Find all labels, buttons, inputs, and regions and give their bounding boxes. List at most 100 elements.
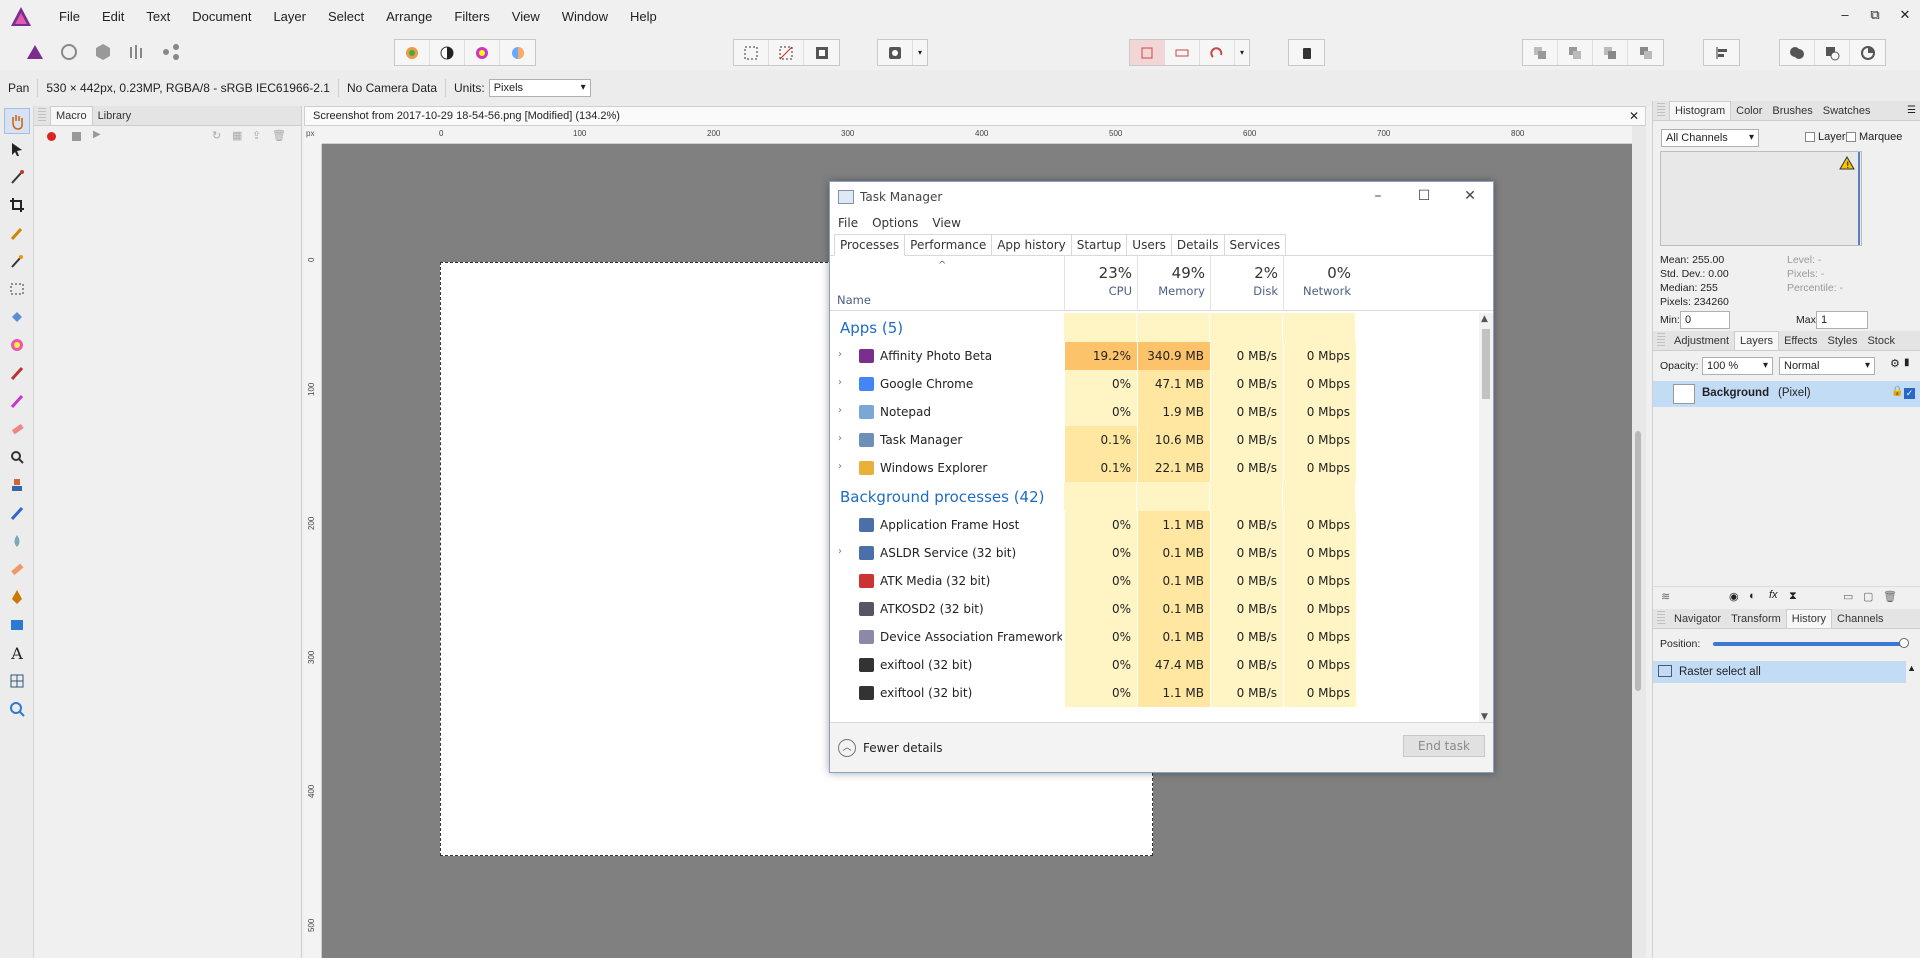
opacity-dropdown[interactable]: 100 %: [1702, 357, 1773, 375]
text-tool-icon[interactable]: A: [4, 640, 30, 666]
subtract-shape-icon[interactable]: [1815, 40, 1850, 65]
layer-lock-icon[interactable]: 🔒: [1891, 386, 1903, 397]
mask-layer-icon[interactable]: ◉: [1729, 590, 1739, 603]
min-input[interactable]: 0: [1680, 311, 1730, 329]
smudge-tool-icon[interactable]: [4, 528, 30, 554]
menu-file[interactable]: File: [48, 0, 91, 34]
column-network[interactable]: 0% Network: [1283, 256, 1356, 311]
tab-transform[interactable]: Transform: [1726, 610, 1786, 628]
save-macro-icon[interactable]: ▦: [232, 129, 242, 142]
flood-select-tool-icon[interactable]: [4, 248, 30, 274]
marquee-tool-icon[interactable]: [4, 276, 30, 302]
scrollbar-thumb[interactable]: [1635, 431, 1641, 691]
slider-thumb[interactable]: [1899, 638, 1909, 648]
tm-menu-file[interactable]: File: [838, 216, 858, 230]
blend-mode-dropdown[interactable]: Normal: [1779, 357, 1875, 375]
layer-row-background[interactable]: Background (Pixel) 🔒 ✓: [1653, 381, 1920, 407]
tab-macro[interactable]: Macro: [50, 106, 93, 125]
close-window-button[interactable]: ✕: [1890, 0, 1920, 34]
force-pixel-alignment-icon[interactable]: [1165, 40, 1200, 65]
marquee-checkbox[interactable]: Marquee: [1846, 131, 1902, 143]
levels-icon[interactable]: [430, 40, 465, 65]
white-balance-icon[interactable]: [500, 40, 535, 65]
gradient-tool-icon[interactable]: [4, 332, 30, 358]
hand-tool-icon[interactable]: [4, 108, 30, 134]
canvas-vertical-scrollbar[interactable]: [1632, 126, 1646, 958]
process-row[interactable]: exiftool (32 bit) 0% 47.4 MB 0 MB/s 0 Mbps: [830, 651, 1480, 679]
move-by-whole-pixels-icon[interactable]: [1200, 40, 1235, 65]
document-tab[interactable]: Screenshot from 2017-10-29 18-54-56.png …: [304, 106, 1646, 126]
tab-swatches[interactable]: Swatches: [1818, 102, 1876, 120]
erase-brush-tool-icon[interactable]: [4, 416, 30, 442]
layer-visibility-checkbox[interactable]: ✓: [1904, 388, 1915, 399]
menu-layer[interactable]: Layer: [262, 0, 317, 34]
expand-chevron-icon[interactable]: ›: [838, 405, 842, 416]
invert-selection-icon[interactable]: [804, 40, 839, 65]
move-tool-icon[interactable]: [4, 136, 30, 162]
select-all-icon[interactable]: [734, 40, 769, 65]
deselect-icon[interactable]: [769, 40, 804, 65]
expand-chevron-icon[interactable]: ›: [838, 349, 842, 360]
minimize-button[interactable]: –: [1830, 0, 1860, 34]
scroll-down-icon[interactable]: ▼: [1481, 712, 1488, 722]
tab-services[interactable]: Services: [1223, 234, 1287, 255]
group-layers-icon[interactable]: ▭: [1843, 590, 1853, 603]
tab-histogram[interactable]: Histogram: [1669, 101, 1732, 120]
adjustment-layer-icon[interactable]: ◐: [1749, 590, 1756, 602]
process-row[interactable]: › Notepad 0% 1.9 MB 0 MB/s 0 Mbps: [830, 398, 1480, 426]
process-row[interactable]: › Windows Explorer 0.1% 22.1 MB 0 MB/s 0 Mbps: [830, 454, 1480, 482]
play-icon[interactable]: ▶: [93, 129, 101, 140]
tab-processes[interactable]: Processes: [834, 234, 906, 256]
units-dropdown[interactable]: Pixels: [488, 79, 591, 97]
hsl-icon[interactable]: [465, 40, 500, 65]
close-document-icon[interactable]: ✕: [1629, 107, 1639, 125]
menu-window[interactable]: Window: [551, 0, 619, 34]
process-row[interactable]: Device Association Framework ... 0% 0.1 MB…: [830, 623, 1480, 651]
move-to-back-icon[interactable]: [1523, 40, 1558, 65]
mesh-warp-tool-icon[interactable]: [4, 668, 30, 694]
snapping-dropdown-icon[interactable]: ▾: [1235, 40, 1249, 65]
paint-brush-tool-icon[interactable]: [4, 360, 30, 386]
fx-icon[interactable]: fx: [1769, 589, 1778, 601]
process-row[interactable]: ATKOSD2 (32 bit) 0% 0.1 MB 0 MB/s 0 Mbps: [830, 595, 1480, 623]
liquify-persona-icon[interactable]: [52, 39, 86, 64]
tab-navigator[interactable]: Navigator: [1669, 610, 1726, 628]
layer-stack-icon[interactable]: ≋: [1661, 590, 1670, 603]
selection-brush-tool-icon[interactable]: [4, 220, 30, 246]
tm-menu-view[interactable]: View: [932, 216, 960, 230]
color-wheel-icon[interactable]: [395, 40, 430, 65]
tab-history[interactable]: History: [1785, 609, 1833, 628]
tab-brushes[interactable]: Brushes: [1767, 102, 1817, 120]
assistant-icon[interactable]: [1289, 40, 1324, 65]
menu-arrange[interactable]: Arrange: [375, 0, 443, 34]
history-entry[interactable]: Raster select all: [1653, 661, 1906, 683]
develop-persona-icon[interactable]: [86, 39, 120, 64]
delete-macro-icon[interactable]: 🗑: [272, 129, 286, 142]
align-left-icon[interactable]: [1704, 40, 1739, 65]
tab-effects[interactable]: Effects: [1779, 332, 1822, 350]
process-row[interactable]: › ASLDR Service (32 bit) 0% 0.1 MB 0 MB/s 0 M…: [830, 539, 1480, 567]
process-row[interactable]: › Google Chrome 0% 47.1 MB 0 MB/s 0 Mbps: [830, 370, 1480, 398]
panel-menu-icon[interactable]: ☰: [1907, 102, 1916, 120]
rectangle-tool-icon[interactable]: [4, 612, 30, 638]
vertical-ruler[interactable]: 0 100 200 300 400 500: [304, 144, 322, 958]
max-input[interactable]: 1: [1816, 311, 1868, 329]
color-picker-tool-icon[interactable]: [4, 164, 30, 190]
tab-layers[interactable]: Layers: [1734, 331, 1780, 350]
tab-library[interactable]: Library: [93, 107, 137, 125]
record-icon[interactable]: [47, 132, 56, 141]
tab-details[interactable]: Details: [1170, 234, 1225, 255]
tab-performance[interactable]: Performance: [904, 234, 993, 255]
export-persona-icon[interactable]: [154, 39, 188, 64]
column-cpu[interactable]: 23% CPU: [1064, 256, 1137, 311]
column-disk[interactable]: 2% Disk: [1210, 256, 1283, 311]
move-back-one-icon[interactable]: [1558, 40, 1593, 65]
expand-chevron-icon[interactable]: ›: [838, 377, 842, 388]
pen-tool-icon[interactable]: [4, 584, 30, 610]
menu-document[interactable]: Document: [181, 0, 262, 34]
fewer-details-button[interactable]: ︿ Fewer details: [838, 739, 943, 757]
tab-startup[interactable]: Startup: [1070, 234, 1128, 255]
tm-minimize-button[interactable]: –: [1355, 182, 1401, 212]
quick-mask-icon[interactable]: [878, 40, 913, 65]
stop-icon[interactable]: [72, 132, 81, 141]
